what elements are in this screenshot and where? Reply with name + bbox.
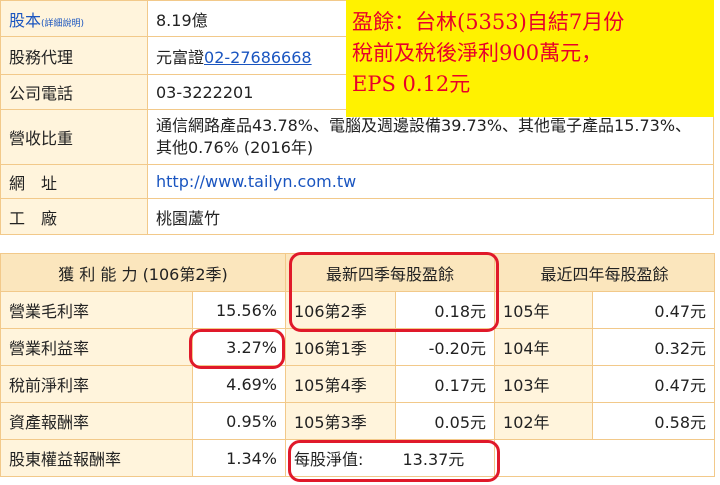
info-row-factory: 工 廠 桃園蘆竹 bbox=[0, 198, 714, 235]
quarter-label: 105第3季 bbox=[285, 402, 396, 440]
pretax-margin-value: 4.69% bbox=[192, 365, 286, 403]
agent-label: 股務代理 bbox=[0, 36, 148, 75]
highlight-book-value bbox=[288, 440, 500, 482]
callout-line-3: EPS 0.12元 bbox=[352, 72, 471, 96]
info-row-website: 網 址 http://www.tailyn.com.tw bbox=[0, 164, 714, 199]
factory-label: 工 廠 bbox=[0, 198, 148, 235]
phone-label: 公司電話 bbox=[0, 74, 148, 110]
agent-name: 元富證 bbox=[156, 47, 205, 67]
gross-margin-label: 營業毛利率 bbox=[0, 291, 193, 329]
year-eps: 0.32元 bbox=[592, 328, 716, 366]
stats-row: 資產報酬率 0.95% 105第3季 0.05元 102年 0.58元 bbox=[0, 402, 716, 440]
empty-cell bbox=[494, 439, 716, 477]
website-label: 網 址 bbox=[0, 164, 148, 199]
year-label: 103年 bbox=[494, 365, 594, 403]
capital-label[interactable]: 股本 bbox=[9, 11, 41, 30]
callout-line-1: 盈餘：台林(5353)自結7月份 bbox=[352, 10, 625, 34]
roa-label: 資產報酬率 bbox=[0, 402, 193, 440]
quarter-label: 106第1季 bbox=[285, 328, 396, 366]
year-eps: 0.58元 bbox=[592, 402, 716, 440]
website-link[interactable]: http://www.tailyn.com.tw bbox=[147, 164, 714, 199]
quarter-eps: 0.05元 bbox=[394, 402, 496, 440]
quarter-label: 105第4季 bbox=[285, 365, 396, 403]
capital-label-cell[interactable]: 股本(詳細說明) bbox=[0, 0, 148, 37]
factory-value: 桃園蘆竹 bbox=[147, 198, 714, 235]
header-profitability: 獲 利 能 力 (106第2季) bbox=[0, 253, 286, 292]
year-label: 105年 bbox=[494, 291, 594, 329]
roe-value: 1.34% bbox=[192, 439, 286, 477]
year-label: 102年 bbox=[494, 402, 594, 440]
year-eps: 0.47元 bbox=[592, 365, 716, 403]
gross-margin-value: 15.56% bbox=[192, 291, 286, 329]
stats-row: 營業利益率 3.27% 106第1季 -0.20元 104年 0.32元 bbox=[0, 328, 716, 366]
quarter-eps: 0.17元 bbox=[394, 365, 496, 403]
year-eps: 0.47元 bbox=[592, 291, 716, 329]
stats-row: 稅前淨利率 4.69% 105第4季 0.17元 103年 0.47元 bbox=[0, 365, 716, 403]
highlight-operating-margin bbox=[189, 329, 285, 369]
revenue-label: 營收比重 bbox=[0, 109, 148, 165]
earnings-callout: 盈餘：台林(5353)自結7月份 稅前及稅後淨利900萬元， EPS 0.12元 bbox=[346, 0, 714, 117]
pretax-margin-label: 稅前淨利率 bbox=[0, 365, 193, 403]
roe-label: 股東權益報酬率 bbox=[0, 439, 193, 477]
roa-value: 0.95% bbox=[192, 402, 286, 440]
revenue-value: 通信網路產品43.78%、電腦及週邊設備39.73%、其他電子產品15.73%、… bbox=[147, 109, 714, 165]
stock-profile-panel: 股本(詳細說明) 8.19億 股務代理 元富證02-27686668 公司電話 … bbox=[0, 0, 720, 485]
quarter-eps: -0.20元 bbox=[394, 328, 496, 366]
operating-margin-label: 營業利益率 bbox=[0, 328, 193, 366]
header-year-eps: 最近四年每股盈餘 bbox=[494, 253, 716, 292]
highlight-latest-quarter bbox=[289, 252, 499, 332]
callout-line-2: 稅前及稅後淨利900萬元， bbox=[352, 41, 603, 65]
info-row-revenue: 營收比重 通信網路產品43.78%、電腦及週邊設備39.73%、其他電子產品15… bbox=[0, 109, 714, 165]
agent-phone-link[interactable]: 02-27686668 bbox=[204, 48, 312, 67]
year-label: 104年 bbox=[494, 328, 594, 366]
capital-detail-link[interactable]: (詳細說明) bbox=[41, 19, 84, 29]
